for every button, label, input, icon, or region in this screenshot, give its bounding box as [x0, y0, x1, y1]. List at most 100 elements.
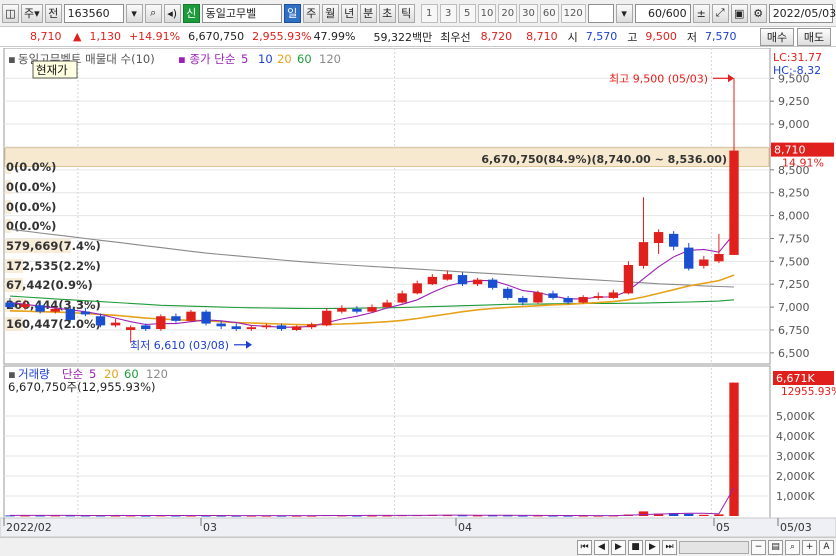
- price-tick-label: 7,000: [778, 301, 810, 314]
- prev-button[interactable]: 전: [44, 3, 62, 23]
- volume-current-tag: 6,671K: [776, 372, 815, 385]
- profile-label: 579,669(7.4%): [6, 239, 101, 253]
- candle-body: [563, 297, 573, 303]
- quote-best-bid: 8,710: [526, 30, 558, 43]
- chart-area[interactable]: 6,670,750(84.9%)(8,740.00 ~ 8,536.00) 0(0…: [0, 47, 836, 556]
- volume-legend-ma-60: 60: [124, 367, 139, 381]
- interval-120[interactable]: 120: [560, 3, 586, 23]
- candle-body: [276, 325, 287, 330]
- period-week-tab[interactable]: 주: [302, 3, 320, 23]
- market-type-select[interactable]: 주 ▾: [21, 3, 43, 23]
- interval-20[interactable]: 20: [498, 3, 518, 23]
- font-size-icon[interactable]: A: [819, 539, 834, 555]
- period-minute-tab[interactable]: 분: [359, 3, 377, 23]
- quote-turnover: 47.99%: [313, 30, 356, 43]
- interval-5[interactable]: 5: [458, 3, 476, 23]
- plus-minus-icon[interactable]: ±: [692, 3, 710, 23]
- period-tick-tab[interactable]: 틱: [397, 3, 415, 23]
- candle-body: [653, 232, 664, 244]
- price-legend-ma-10: 10: [258, 52, 273, 66]
- volume-tick-label: 4,000K: [776, 430, 815, 443]
- buy-button[interactable]: 매수: [760, 28, 794, 46]
- volume-tick-label: 5,000K: [776, 410, 815, 423]
- candle-body: [171, 316, 181, 321]
- interval-custom-input[interactable]: [587, 3, 614, 23]
- layout-icon[interactable]: ◫: [2, 3, 19, 23]
- zoom-icon[interactable]: ⌕: [785, 539, 800, 555]
- price-legend-ma-60: 60: [297, 52, 312, 66]
- candle-body: [427, 276, 438, 285]
- candle-body: [518, 297, 528, 303]
- x-axis-strip: [0, 517, 836, 538]
- gear-icon[interactable]: ⚙: [749, 3, 767, 23]
- zoom-out-icon[interactable]: −: [751, 539, 766, 555]
- stock-code-input[interactable]: 163560: [63, 3, 124, 23]
- candle-body: [352, 308, 362, 312]
- candle-body: [623, 264, 634, 294]
- save-icon[interactable]: ▣: [730, 3, 748, 23]
- volume-legend-ma-label: 단순: [62, 367, 83, 381]
- interval-1[interactable]: 1: [420, 3, 438, 23]
- quote-high-label: 고: [627, 30, 638, 44]
- volume-bar: [729, 382, 739, 516]
- candle-body: [457, 275, 468, 285]
- candle-body: [472, 279, 483, 285]
- current-pct-tag: 14.91%: [782, 157, 824, 170]
- search-icon[interactable]: ⌕: [144, 3, 162, 23]
- stock-name-field[interactable]: 동일고무벨: [201, 3, 282, 23]
- candle-body: [397, 293, 407, 303]
- interval-dropdown-icon[interactable]: ▾: [615, 3, 633, 23]
- sell-button[interactable]: 매도: [797, 28, 831, 46]
- candle-body: [231, 326, 241, 330]
- candle-body: [322, 310, 332, 326]
- candle-body: [337, 308, 347, 312]
- high-marker-text: 최고 9,500 (05/03): [609, 72, 708, 85]
- candle-body: [487, 279, 498, 288]
- price-legend-icon: ▪: [8, 52, 16, 66]
- scrollbar[interactable]: [679, 540, 749, 554]
- candle-body: [246, 327, 257, 330]
- volume-legend-ma-20: 20: [104, 367, 119, 381]
- sound-icon[interactable]: ◂): [163, 3, 181, 23]
- candle-body: [729, 150, 739, 255]
- scroll-last-icon[interactable]: ⏭: [662, 539, 677, 555]
- zoom-in-icon[interactable]: +: [802, 539, 817, 555]
- interval-60[interactable]: 60: [539, 3, 559, 23]
- candle-body: [125, 327, 136, 330]
- scroll-next-icon[interactable]: ▶: [645, 539, 660, 555]
- quote-open: 7,570: [585, 30, 618, 43]
- period-day-tab[interactable]: 일: [283, 3, 301, 23]
- price-tick-label: 7,750: [778, 232, 810, 245]
- scroll-first-icon[interactable]: ⏮: [577, 539, 592, 555]
- fit-icon[interactable]: ⤢: [711, 3, 729, 23]
- interval-10[interactable]: 10: [477, 3, 497, 23]
- chart-type-icon[interactable]: ▤: [768, 539, 783, 555]
- x-tick-label: 2022/02: [6, 521, 52, 534]
- stock-code-value: 163560: [67, 6, 110, 20]
- quote-best-ask: 8,720: [480, 30, 513, 43]
- volume-bar: [684, 513, 694, 516]
- candle-body: [186, 311, 196, 321]
- count-input[interactable]: 60/600: [634, 3, 691, 23]
- period-year-tab[interactable]: 년: [340, 3, 358, 23]
- interval-30[interactable]: 30: [519, 3, 538, 23]
- candle-body: [50, 308, 60, 312]
- date-input[interactable]: 2022/05/03: [768, 3, 836, 23]
- code-dropdown-icon[interactable]: ▾: [125, 3, 143, 23]
- interval-3[interactable]: 3: [439, 3, 457, 23]
- candle-body: [367, 307, 377, 312]
- period-month-tab[interactable]: 월: [321, 3, 339, 23]
- candle-body: [638, 242, 649, 266]
- stock-chart[interactable]: 6,670,750(84.9%)(8,740.00 ~ 8,536.00) 0(0…: [0, 47, 836, 538]
- play-icon[interactable]: ▶: [611, 539, 626, 555]
- quote-price: 8,710 ▲: [30, 30, 82, 43]
- scroll-prev-icon[interactable]: ◀: [594, 539, 609, 555]
- price-tick-label: 9,000: [778, 118, 810, 131]
- stop-icon[interactable]: ■: [628, 539, 643, 555]
- candle-body: [668, 233, 679, 247]
- candle-body: [306, 324, 317, 328]
- profile-label: 67,442(0.9%): [6, 278, 93, 292]
- period-second-tab[interactable]: 초: [378, 3, 396, 23]
- price-panel-frame: [3, 47, 771, 365]
- price-tick-label: 7,250: [778, 278, 810, 291]
